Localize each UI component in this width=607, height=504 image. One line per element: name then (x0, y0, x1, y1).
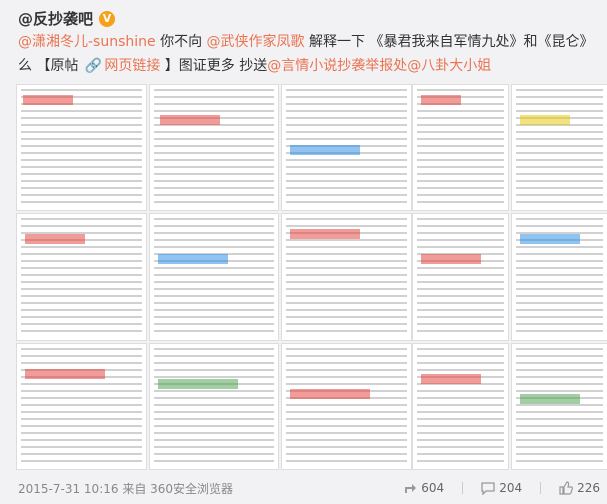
mention-bagua[interactable]: @八卦大小姐 (407, 58, 491, 74)
comment-count: 204 (499, 481, 523, 495)
share-button[interactable]: 604 (403, 481, 444, 495)
thumbs-up-icon (559, 481, 574, 495)
comment-button[interactable]: 204 (481, 481, 522, 495)
image-14[interactable] (412, 342, 509, 470)
share-count: 604 (421, 481, 445, 495)
image-grid-right (412, 84, 607, 470)
weibo-post-card: @反抄袭吧 V @潇湘冬儿-sunshine 你不向 @武侠作家凤歌 解释一下 … (0, 0, 607, 504)
image-8[interactable] (148, 342, 280, 470)
image-10[interactable] (412, 84, 509, 212)
like-button[interactable]: 226 (559, 481, 600, 495)
post-text-segment: 解释一下 《暴君我来自军情九处》和《昆仑》 (304, 34, 594, 50)
divider (540, 482, 542, 494)
image-1[interactable] (16, 84, 147, 212)
image-11[interactable] (511, 84, 607, 212)
image-6[interactable] (281, 213, 412, 341)
post-text-segment: 么 【原帖 (18, 58, 83, 74)
comment-icon (481, 482, 495, 495)
image-15[interactable] (511, 342, 607, 470)
web-link[interactable]: 🔗 网页链接 (83, 58, 160, 74)
mention-xiaoxiang[interactable]: @潇湘冬儿-sunshine (18, 34, 156, 50)
image-2[interactable] (148, 84, 280, 212)
image-7[interactable] (16, 342, 147, 470)
mention-yanqing[interactable]: @言情小说抄袭举报处 (267, 58, 407, 74)
author-name[interactable]: @反抄袭吧 (18, 8, 93, 29)
mention-fengge[interactable]: @武侠作家凤歌 (207, 34, 305, 50)
image-12[interactable] (412, 213, 509, 341)
verified-badge-icon: V (99, 10, 116, 27)
post-text-segment: 】图证更多 抄送 (160, 58, 268, 74)
share-icon (405, 484, 417, 493)
image-grid (16, 84, 412, 470)
like-count: 226 (577, 481, 600, 495)
image-13[interactable] (511, 213, 607, 341)
image-3[interactable] (281, 84, 412, 212)
post-header: @反抄袭吧 V (18, 8, 116, 29)
image-5[interactable] (148, 213, 280, 341)
post-timestamp[interactable]: 2015-7-31 10:16 来自 360安全浏览器 (18, 480, 385, 497)
post-text-segment: 你不向 (155, 34, 207, 50)
image-9[interactable] (281, 342, 412, 470)
post-text: @潇湘冬儿-sunshine 你不向 @武侠作家凤歌 解释一下 《暴君我来自军情… (18, 30, 598, 78)
link-icon: 🔗 (84, 58, 103, 74)
image-4[interactable] (16, 213, 147, 341)
divider (462, 482, 464, 494)
post-footer: 2015-7-31 10:16 来自 360安全浏览器 604 204 226 (18, 478, 600, 498)
